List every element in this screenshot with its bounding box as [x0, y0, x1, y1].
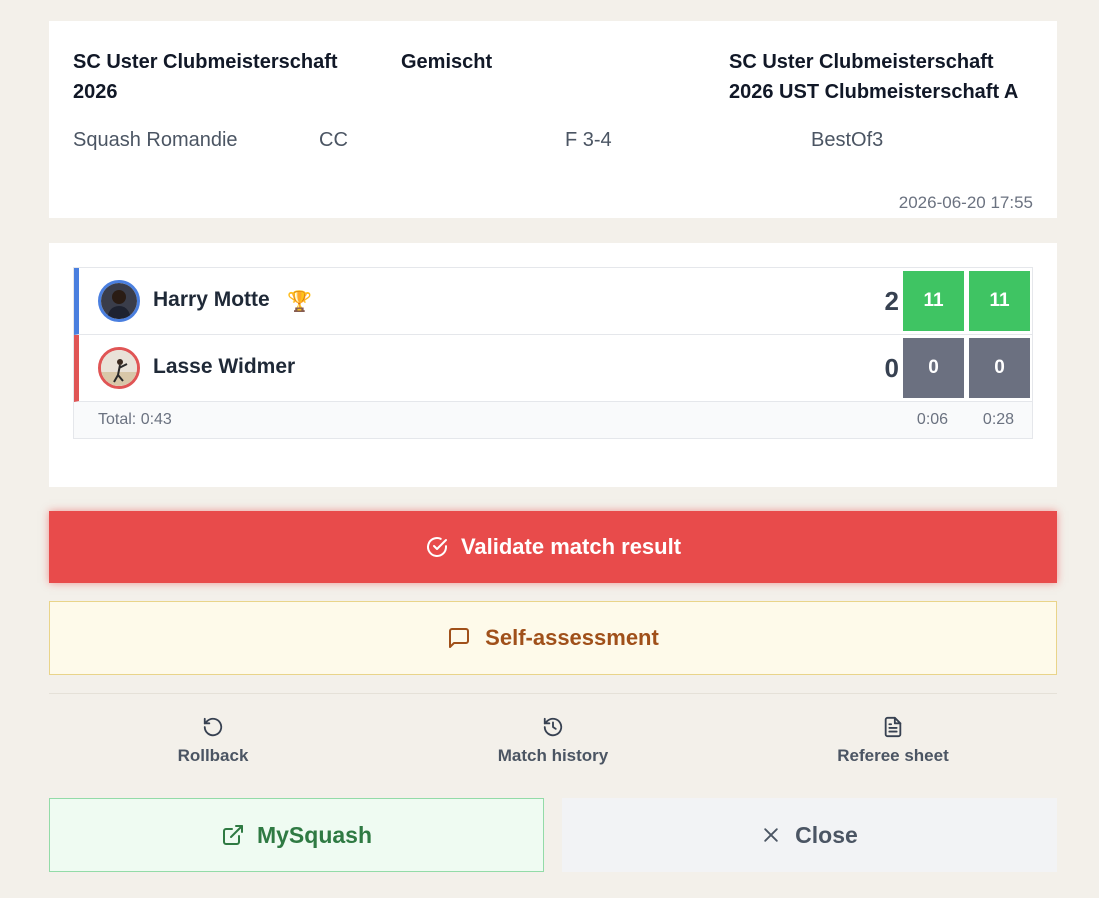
sets-won: 2 [884, 286, 899, 316]
close-button[interactable]: Close [562, 798, 1057, 872]
score-table: Harry Motte 🏆 2 11 11 Lasse Widmer 0 0 0… [73, 267, 1033, 439]
game-score: 11 [969, 271, 1030, 331]
tournament-name: SC Uster Clubmeisterschaft 2026 [73, 51, 338, 103]
rollback-label: Rollback [177, 746, 249, 765]
rotate-ccw-icon [203, 717, 223, 737]
trophy-icon: 🏆 [287, 291, 312, 313]
player-row-1: Harry Motte 🏆 2 11 11 [74, 268, 1032, 335]
close-icon [764, 828, 778, 842]
match-history-button[interactable]: Match history [453, 716, 653, 766]
player-name: Harry Motte [153, 288, 270, 311]
mysquash-label: MySquash [256, 821, 373, 848]
divider [49, 693, 1057, 694]
match-result-dialog: SC Uster Clubmeisterschaft 2026 Gemischt… [0, 0, 1099, 898]
message-square-icon [449, 628, 470, 648]
game-time: 0:28 [982, 411, 1015, 428]
association: Squash Romandie [73, 129, 238, 151]
match-type: CC [319, 129, 348, 151]
validate-label: Validate match result [460, 534, 682, 559]
close-label: Close [795, 821, 858, 848]
validate-match-result-button[interactable]: Validate match result [49, 511, 1057, 583]
referee-sheet-label: Referee sheet [837, 746, 949, 765]
draw-name: SC Uster Clubmeisterschaft 2026 UST Club… [729, 51, 1019, 103]
external-link-icon [222, 825, 243, 845]
file-text-icon [884, 716, 902, 738]
totals-row: Total: 0:43 0:06 0:28 [74, 402, 1032, 438]
category: Gemischt [401, 51, 493, 73]
total-time: Total: 0:43 [98, 411, 172, 428]
rollback-button[interactable]: Rollback [113, 716, 313, 766]
self-assessment-button[interactable]: Self-assessment [49, 601, 1057, 675]
self-assessment-label: Self-assessment [485, 625, 659, 650]
match-datetime: 2026-06-20 17:55 [898, 193, 1033, 212]
avatar [98, 347, 140, 389]
avatar [98, 280, 140, 322]
match-history-label: Match history [497, 746, 609, 765]
check-circle-icon [427, 537, 447, 557]
player-name: Lasse Widmer [153, 355, 296, 378]
game-score: 0 [969, 338, 1030, 398]
player-row-2: Lasse Widmer 0 0 0 [74, 335, 1032, 402]
game-time: 0:06 [916, 411, 949, 428]
referee-sheet-button[interactable]: Referee sheet [793, 716, 993, 766]
sets-won: 0 [884, 353, 899, 383]
round: F 3-4 [565, 129, 612, 151]
mysquash-button[interactable]: MySquash [49, 798, 544, 872]
score-card: Harry Motte 🏆 2 11 11 Lasse Widmer 0 0 0… [49, 243, 1057, 487]
match-format: BestOf3 [811, 129, 884, 151]
game-score: 0 [903, 338, 964, 398]
match-info-card: SC Uster Clubmeisterschaft 2026 Gemischt… [49, 21, 1057, 218]
game-score: 11 [903, 271, 964, 331]
history-icon [543, 717, 563, 737]
